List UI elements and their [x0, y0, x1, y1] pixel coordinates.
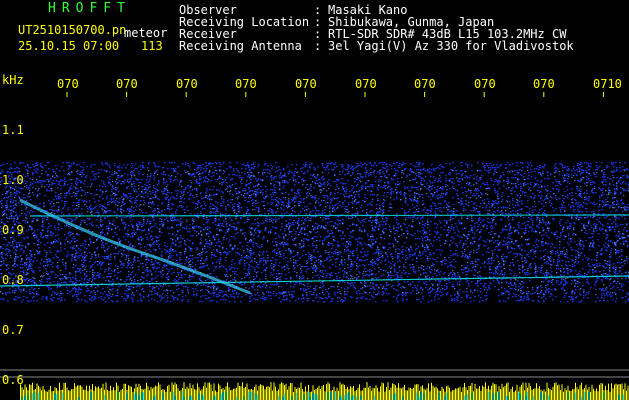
spectrogram-window: HROFFT UT2510150700.pn meteor 25.10.15 0… — [0, 0, 629, 400]
y-tick-label: 0.7 — [2, 323, 24, 337]
y-tick-label: 0.9 — [2, 223, 24, 237]
x-tick-label: 070 — [235, 77, 257, 91]
x-tick-label: 070 — [116, 77, 138, 91]
x-tick-label: 070 — [355, 77, 377, 91]
y-tick-label: 1.0 — [2, 173, 24, 187]
carrier-line-lower — [0, 275, 629, 287]
event-count: 113 — [141, 39, 163, 53]
x-tick-label: 070 — [533, 77, 555, 91]
x-tick-label: 070 — [176, 77, 198, 91]
y-axis-unit: kHz — [2, 73, 24, 87]
info-label-antenna: Receiving Antenna — [179, 39, 302, 53]
carrier-line-upper — [29, 214, 629, 217]
x-tick-label: 070 — [474, 77, 496, 91]
x-tick-label: 070 — [414, 77, 436, 91]
info-value-antenna: 3el Yagi(V) Az 330 for Vladivostok — [328, 39, 574, 53]
y-tick-label: 1.1 — [2, 123, 24, 137]
noise-highlights — [0, 170, 629, 296]
timestamp: 25.10.15 07:00 — [18, 39, 120, 53]
info-colon: : — [314, 39, 322, 53]
y-tick-label: 0.8 — [2, 273, 24, 287]
y-tick-label: 0.6 — [2, 373, 24, 387]
file-name: UT2510150700.pn — [18, 23, 127, 37]
brand-title: HROFFT — [48, 1, 131, 16]
x-tick-label: 0710 — [593, 77, 622, 91]
level-bars — [20, 382, 629, 400]
spectrogram-plot — [0, 92, 629, 400]
x-tick-label: 070 — [295, 77, 317, 91]
x-tick-label: 070 — [57, 77, 79, 91]
